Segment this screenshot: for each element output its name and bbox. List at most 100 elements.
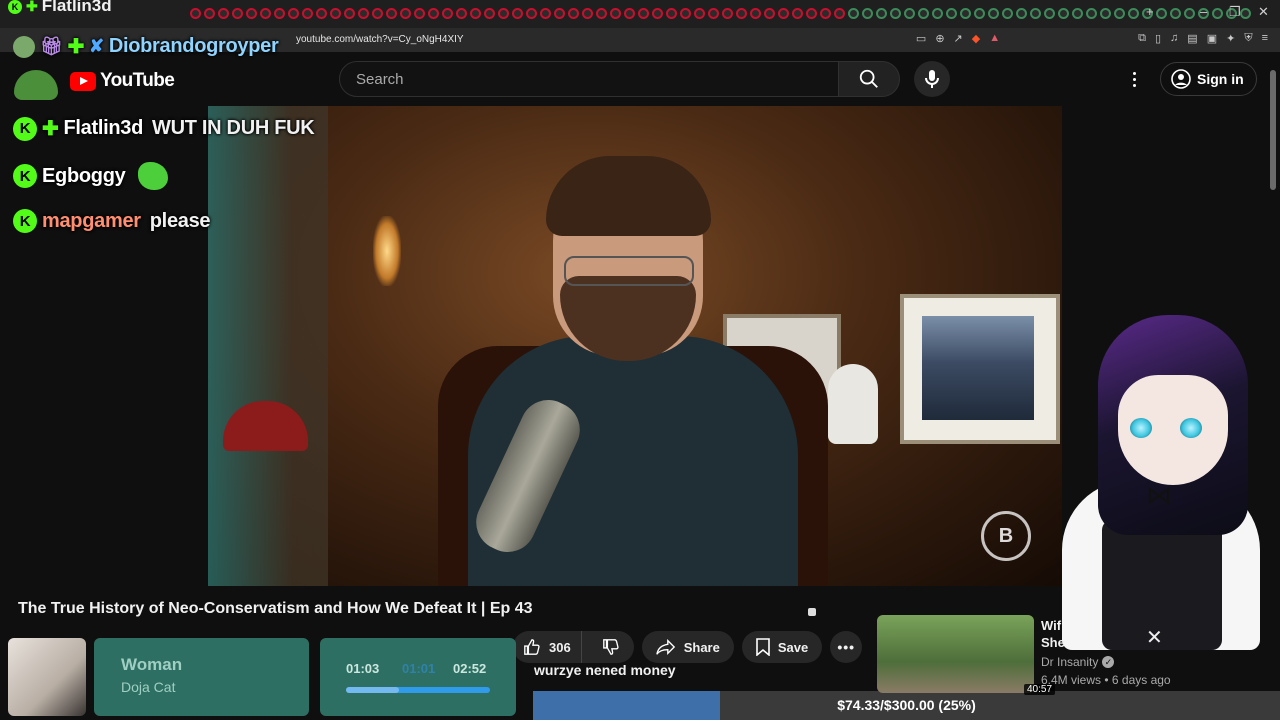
tab-icon[interactable] bbox=[722, 8, 733, 19]
tab-icon[interactable] bbox=[456, 8, 467, 19]
menu-icon[interactable]: ≡ bbox=[1262, 32, 1268, 45]
video-player[interactable]: B bbox=[208, 106, 1062, 586]
more-actions-button[interactable]: ••• bbox=[830, 631, 863, 663]
tab-icon[interactable] bbox=[568, 8, 579, 19]
wallet-icon[interactable]: ▣ bbox=[1207, 32, 1217, 45]
tab-icon[interactable] bbox=[1128, 8, 1139, 19]
save-button[interactable]: Save bbox=[741, 631, 823, 663]
voice-search-button[interactable] bbox=[914, 61, 950, 97]
brave-shield-icon[interactable]: ◆ bbox=[972, 32, 980, 45]
tab-icon[interactable] bbox=[1002, 8, 1013, 19]
tab-icon[interactable] bbox=[554, 8, 565, 19]
tab-icon[interactable] bbox=[274, 8, 285, 19]
tab-icon[interactable] bbox=[918, 8, 929, 19]
tab-icon[interactable] bbox=[708, 8, 719, 19]
share-button[interactable]: Share bbox=[641, 631, 734, 663]
tab-icon[interactable] bbox=[428, 8, 439, 19]
tab-icon[interactable] bbox=[1072, 8, 1083, 19]
tab-icon[interactable] bbox=[694, 8, 705, 19]
tab-icon[interactable] bbox=[540, 8, 551, 19]
tab-icon[interactable] bbox=[414, 8, 425, 19]
tab-icon[interactable] bbox=[400, 8, 411, 19]
tab-icon[interactable] bbox=[344, 8, 355, 19]
settings-menu-button[interactable] bbox=[1124, 67, 1144, 91]
tab-icon[interactable] bbox=[1044, 8, 1055, 19]
new-tab-icon[interactable]: + bbox=[1146, 4, 1154, 19]
tab-icon[interactable] bbox=[764, 8, 775, 19]
tab-icon[interactable] bbox=[974, 8, 985, 19]
dislike-button[interactable] bbox=[590, 631, 634, 663]
tab-icon[interactable] bbox=[904, 8, 915, 19]
like-button[interactable]: 306 bbox=[513, 631, 582, 663]
tab-icon[interactable] bbox=[890, 8, 901, 19]
leo-icon[interactable]: ✦ bbox=[1226, 32, 1235, 45]
tab-icon[interactable] bbox=[288, 8, 299, 19]
media-icon[interactable]: ♫ bbox=[1170, 32, 1178, 45]
tab-icon[interactable] bbox=[316, 8, 327, 19]
tab-icon[interactable] bbox=[876, 8, 887, 19]
tab-icon[interactable] bbox=[960, 8, 971, 19]
recommended-thumbnail[interactable] bbox=[877, 615, 1034, 693]
tab-icon[interactable] bbox=[498, 8, 509, 19]
tab-icon[interactable] bbox=[932, 8, 943, 19]
recommended-title-line1[interactable]: Wif bbox=[1041, 617, 1101, 635]
cast-icon[interactable]: ▭ bbox=[916, 32, 926, 45]
sign-in-button[interactable]: Sign in bbox=[1160, 62, 1257, 96]
tab-icon[interactable] bbox=[1058, 8, 1069, 19]
tab-icon[interactable] bbox=[1212, 8, 1223, 19]
close-icon[interactable]: ✕ bbox=[1258, 4, 1269, 20]
tab-icon[interactable] bbox=[260, 8, 271, 19]
tab-icon[interactable] bbox=[442, 8, 453, 19]
tab-icon[interactable] bbox=[470, 8, 481, 19]
maximize-icon[interactable]: ❐ bbox=[1229, 4, 1241, 20]
tab-icon[interactable] bbox=[372, 8, 383, 19]
zoom-icon[interactable]: ⊕ bbox=[935, 32, 944, 45]
extensions-icon[interactable]: ⧉ bbox=[1138, 32, 1146, 45]
tab-icon[interactable] bbox=[638, 8, 649, 19]
tab-icon[interactable] bbox=[512, 8, 523, 19]
youtube-logo[interactable]: YouTube bbox=[70, 70, 175, 92]
tab-icon[interactable] bbox=[624, 8, 635, 19]
tab-icon[interactable] bbox=[330, 8, 341, 19]
tab-icon[interactable] bbox=[820, 8, 831, 19]
tab-icon[interactable] bbox=[232, 8, 243, 19]
tab-icon[interactable] bbox=[750, 8, 761, 19]
sidebar-icon[interactable]: ▯ bbox=[1155, 32, 1161, 45]
search-button[interactable] bbox=[838, 61, 900, 97]
tab-icon[interactable] bbox=[778, 8, 789, 19]
tab-icon[interactable] bbox=[302, 8, 313, 19]
tab-icon[interactable] bbox=[386, 8, 397, 19]
tab-icon[interactable] bbox=[596, 8, 607, 19]
tab-icon[interactable] bbox=[218, 8, 229, 19]
close-overlay-icon[interactable]: ✕ bbox=[1146, 625, 1163, 650]
page-scrollbar[interactable] bbox=[1270, 70, 1276, 190]
tab-icon[interactable] bbox=[204, 8, 215, 19]
vpn-icon[interactable]: ⛨ bbox=[1244, 32, 1252, 45]
recommended-channel[interactable]: Dr Insanity ✓ bbox=[1041, 655, 1115, 669]
tab-icon[interactable] bbox=[946, 8, 957, 19]
tab-icon[interactable] bbox=[358, 8, 369, 19]
tab-icon[interactable] bbox=[1240, 8, 1251, 19]
tab-icon[interactable] bbox=[1156, 8, 1167, 19]
tab-icon[interactable] bbox=[652, 8, 663, 19]
tab-icon[interactable] bbox=[680, 8, 691, 19]
reader-icon[interactable]: ▤ bbox=[1187, 32, 1197, 45]
search-input[interactable]: Search bbox=[339, 61, 839, 97]
share-page-icon[interactable]: ↗ bbox=[954, 32, 963, 45]
tab-icon[interactable] bbox=[1170, 8, 1181, 19]
tab-icon[interactable] bbox=[1030, 8, 1041, 19]
tab-icon[interactable] bbox=[610, 8, 621, 19]
recommended-title-line2[interactable]: She bbox=[1041, 635, 1065, 650]
tab-icon[interactable] bbox=[806, 8, 817, 19]
rewards-icon[interactable]: ▲ bbox=[989, 32, 1000, 45]
tab-icon[interactable] bbox=[666, 8, 677, 19]
tab-icon[interactable] bbox=[484, 8, 495, 19]
tab-icon[interactable] bbox=[246, 8, 257, 19]
channel-watermark-icon[interactable]: B bbox=[981, 511, 1031, 561]
tab-icons[interactable] bbox=[190, 8, 1251, 20]
minimize-icon[interactable]: – bbox=[1200, 4, 1207, 19]
tab-icon[interactable] bbox=[190, 8, 201, 19]
tab-icon[interactable] bbox=[1184, 8, 1195, 19]
tab-icon[interactable] bbox=[848, 8, 859, 19]
tab-icon[interactable] bbox=[1114, 8, 1125, 19]
